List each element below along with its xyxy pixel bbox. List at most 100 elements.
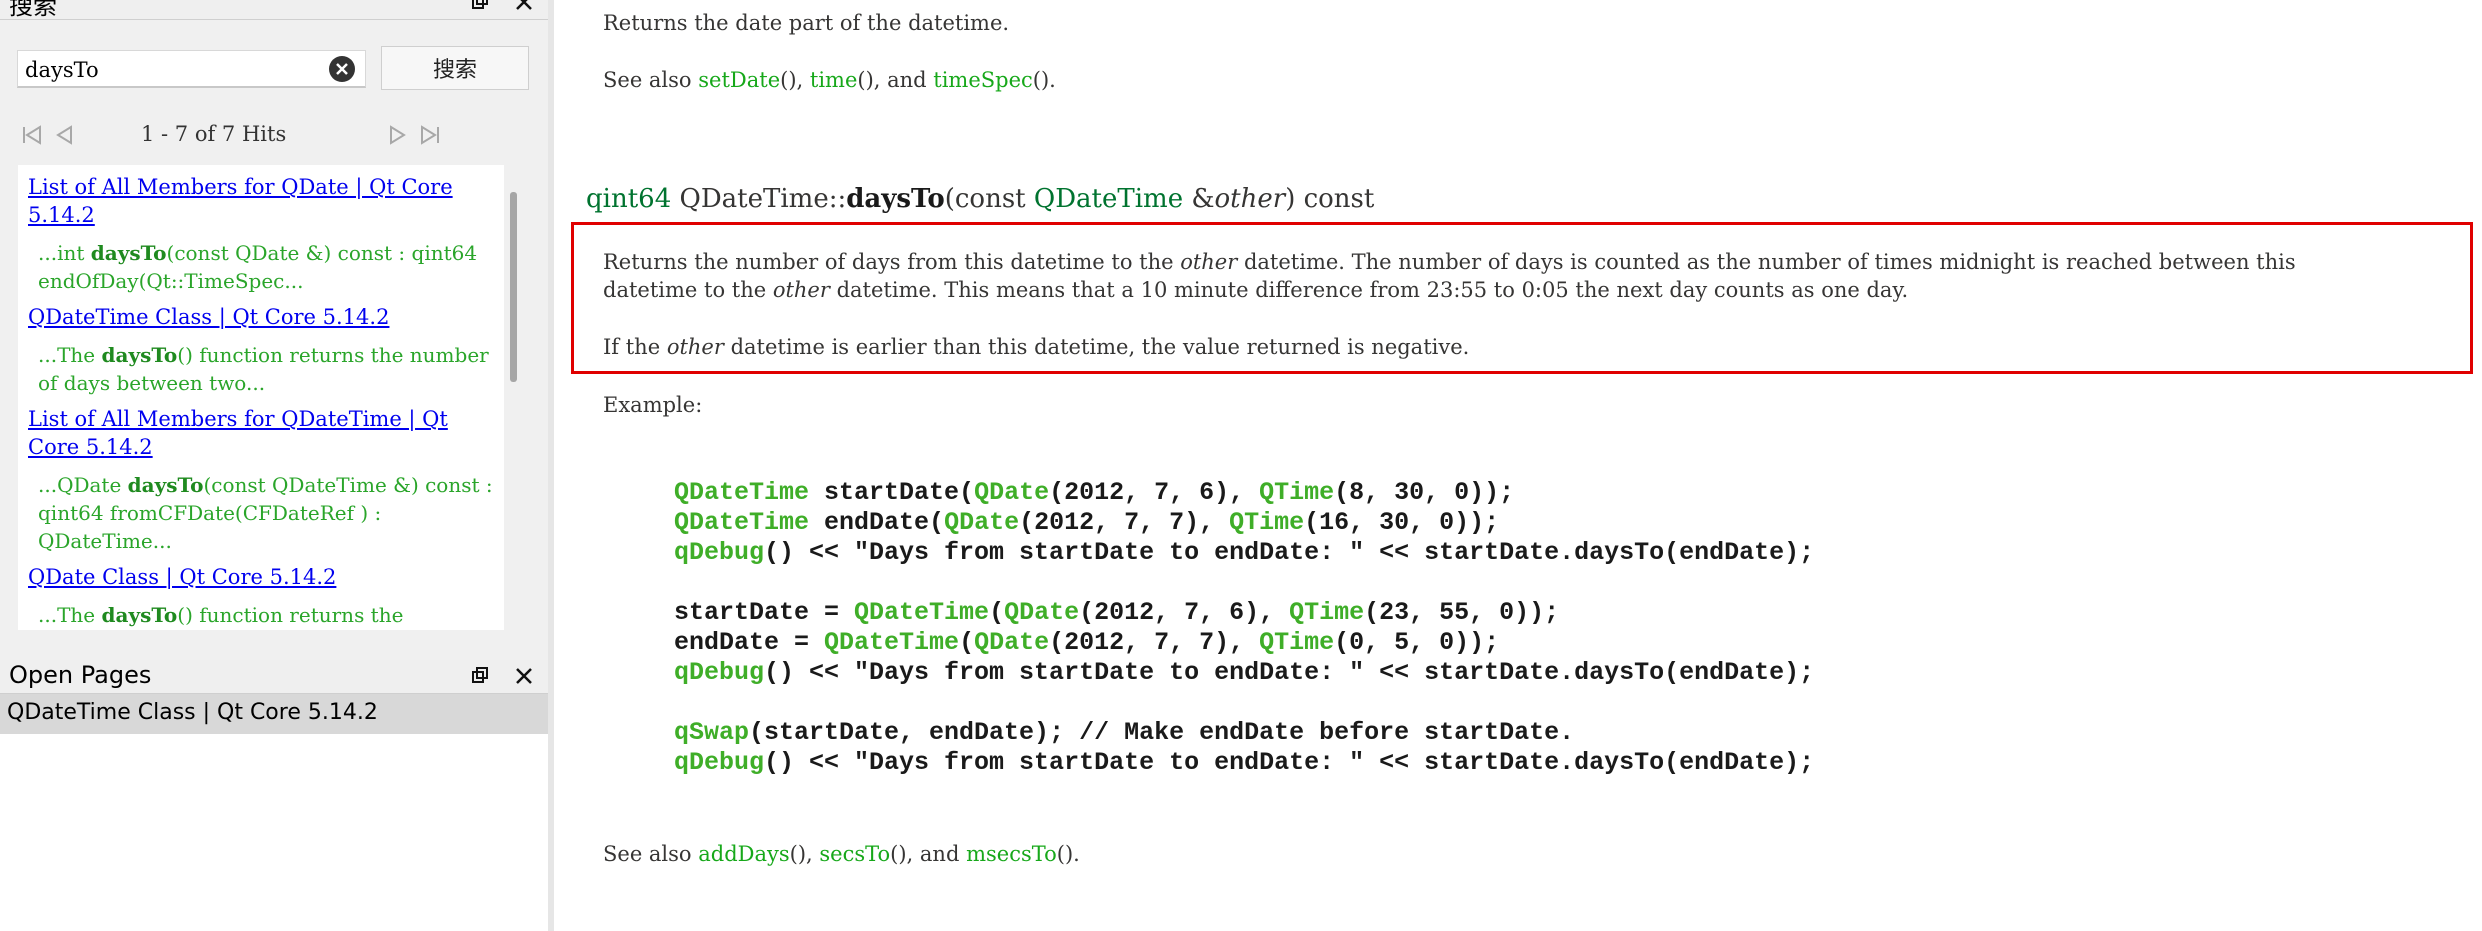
see-also-link[interactable]: addDays (698, 842, 789, 866)
separator: (). (1056, 842, 1080, 866)
signature-text: & (1183, 184, 1215, 214)
code-type: QDateTime (854, 598, 990, 627)
result-snippet: ...int daysTo(const QDate &) const : qin… (38, 239, 504, 295)
code-type: QDateTime (824, 628, 960, 657)
result-snippet: ...The daysTo() function returns the (38, 601, 504, 629)
search-pane-title: 搜索 (9, 0, 57, 20)
emphasis: other (1180, 250, 1238, 274)
code-line: qDebug() << "Days from startDate to endD… (674, 748, 1814, 778)
close-icon[interactable] (510, 662, 538, 690)
code-line: endDate = QDateTime(QDate(2012, 7, 7), Q… (674, 628, 1814, 658)
previous-page-icon[interactable] (49, 118, 79, 152)
restore-icon[interactable] (466, 662, 494, 690)
result-title-link[interactable]: List of All Members for QDateTime | Qt C… (28, 405, 504, 461)
see-also-line: See also setDate(), time(), and timeSpec… (603, 68, 1056, 92)
doc-text: datetime. The number of days is counted … (1237, 250, 2296, 274)
snippet-text: ...int (38, 241, 91, 265)
code-type: QDateTime (674, 508, 810, 537)
code-text: endDate = (674, 628, 825, 657)
code-text: (23, 55, 0)); (1364, 598, 1560, 627)
code-text: startDate( (809, 478, 975, 507)
function-name: daysTo (846, 184, 945, 214)
open-pages-header: Open Pages (0, 660, 548, 694)
snippet-match: daysTo (101, 603, 178, 627)
code-type: QDate (1004, 598, 1080, 627)
restore-icon[interactable] (466, 0, 494, 16)
param-name: other (1214, 184, 1286, 214)
see-also-link[interactable]: secsTo (819, 842, 890, 866)
code-text: ( (959, 628, 975, 657)
hits-navigation: 1 - 7 of 7 Hits (17, 118, 537, 152)
code-function: qSwap (674, 718, 750, 747)
documentation-view: Returns the date part of the datetime. S… (554, 0, 2482, 931)
code-text: (16, 30, 0)); (1304, 508, 1500, 537)
last-page-icon[interactable] (415, 118, 445, 152)
class-scope: QDateTime:: (679, 184, 847, 214)
code-text: (2012, 7, 6), (1049, 478, 1260, 507)
next-page-icon[interactable] (383, 118, 413, 152)
snippet-match: daysTo (101, 343, 178, 367)
code-type: QTime (1259, 628, 1335, 657)
clear-search-icon[interactable] (329, 56, 355, 82)
search-result: List of All Members for QDateTime | Qt C… (18, 405, 504, 555)
code-line: qDebug() << "Days from startDate to endD… (674, 538, 1814, 568)
doc-text: Returns the number of days from this dat… (603, 250, 1181, 274)
code-example: QDateTime startDate(QDate(2012, 7, 6), Q… (674, 478, 1814, 778)
see-also-link[interactable]: msecsTo (966, 842, 1057, 866)
search-button[interactable]: 搜索 (381, 46, 529, 90)
example-label: Example: (603, 393, 703, 417)
see-also-link[interactable]: time (810, 68, 858, 92)
code-line: qDebug() << "Days from startDate to endD… (674, 658, 1814, 688)
left-pane: 搜索 搜索 1 - 7 of 7 Hits (0, 0, 548, 931)
search-pane-header: 搜索 (0, 0, 548, 20)
result-title-link[interactable]: List of All Members for QDate | Qt Core … (28, 173, 504, 229)
doc-text: datetime is earlier than this datetime, … (723, 335, 1470, 359)
separator: (), and (857, 68, 934, 92)
code-text: (startDate, endDate); // Make endDate be… (749, 718, 1575, 747)
see-also-link[interactable]: setDate (698, 68, 780, 92)
snippet-match: daysTo (127, 473, 204, 497)
see-also-label: See also (603, 842, 699, 866)
doc-paragraph: If the other datetime is earlier than th… (603, 335, 1469, 359)
see-also-line: See also addDays(), secsTo(), and msecsT… (603, 842, 1080, 866)
search-result: QDateTime Class | Qt Core 5.14.2 ...The … (18, 303, 504, 397)
doc-text: datetime. This means that a 10 minute di… (829, 278, 1909, 302)
separator: (), (780, 68, 810, 92)
code-line: QDateTime startDate(QDate(2012, 7, 6), Q… (674, 478, 1814, 508)
results-scrollbar-thumb[interactable] (510, 192, 517, 382)
code-text: (8, 30, 0)); (1334, 478, 1515, 507)
close-icon[interactable] (510, 0, 538, 16)
code-text: () << "Days from startDate to endDate: "… (764, 748, 1815, 777)
open-pages-title: Open Pages (9, 661, 152, 689)
code-function: qDebug (674, 538, 765, 567)
signature-text: ) const (1285, 184, 1375, 214)
app-window: 搜索 搜索 1 - 7 of 7 Hits (0, 0, 2482, 931)
doc-text: Returns the date part of the datetime. (603, 11, 1010, 35)
separator: (). (1032, 68, 1056, 92)
signature-text: (const (944, 184, 1034, 214)
search-result: QDate Class | Qt Core 5.14.2 ...The days… (18, 563, 504, 629)
see-also-link[interactable]: timeSpec (933, 68, 1033, 92)
result-snippet: ...QDate daysTo(const QDateTime &) const… (38, 471, 504, 555)
code-type: QDate (974, 628, 1050, 657)
open-pages-list: QDateTime Class | Qt Core 5.14.2 (0, 694, 548, 931)
code-type: QTime (1229, 508, 1305, 537)
code-line: QDateTime endDate(QDate(2012, 7, 7), QTi… (674, 508, 1814, 538)
return-type: qint64 (586, 184, 672, 214)
code-text: () << "Days from startDate to endDate: "… (764, 538, 1815, 567)
code-function: qDebug (674, 748, 765, 777)
open-page-item[interactable]: QDateTime Class | Qt Core 5.14.2 (0, 694, 548, 734)
result-title-link[interactable]: QDateTime Class | Qt Core 5.14.2 (28, 303, 504, 331)
code-function: qDebug (674, 658, 765, 687)
code-type: QTime (1289, 598, 1365, 627)
search-input[interactable] (23, 55, 327, 85)
code-type: QDate (944, 508, 1020, 537)
first-page-icon[interactable] (17, 118, 47, 152)
search-results-list: List of All Members for QDate | Qt Core … (18, 165, 504, 630)
doc-text: If the (603, 335, 667, 359)
result-title-link[interactable]: QDate Class | Qt Core 5.14.2 (28, 563, 504, 591)
code-text: (2012, 7, 7), (1049, 628, 1260, 657)
snippet-text: ...QDate (38, 473, 128, 497)
